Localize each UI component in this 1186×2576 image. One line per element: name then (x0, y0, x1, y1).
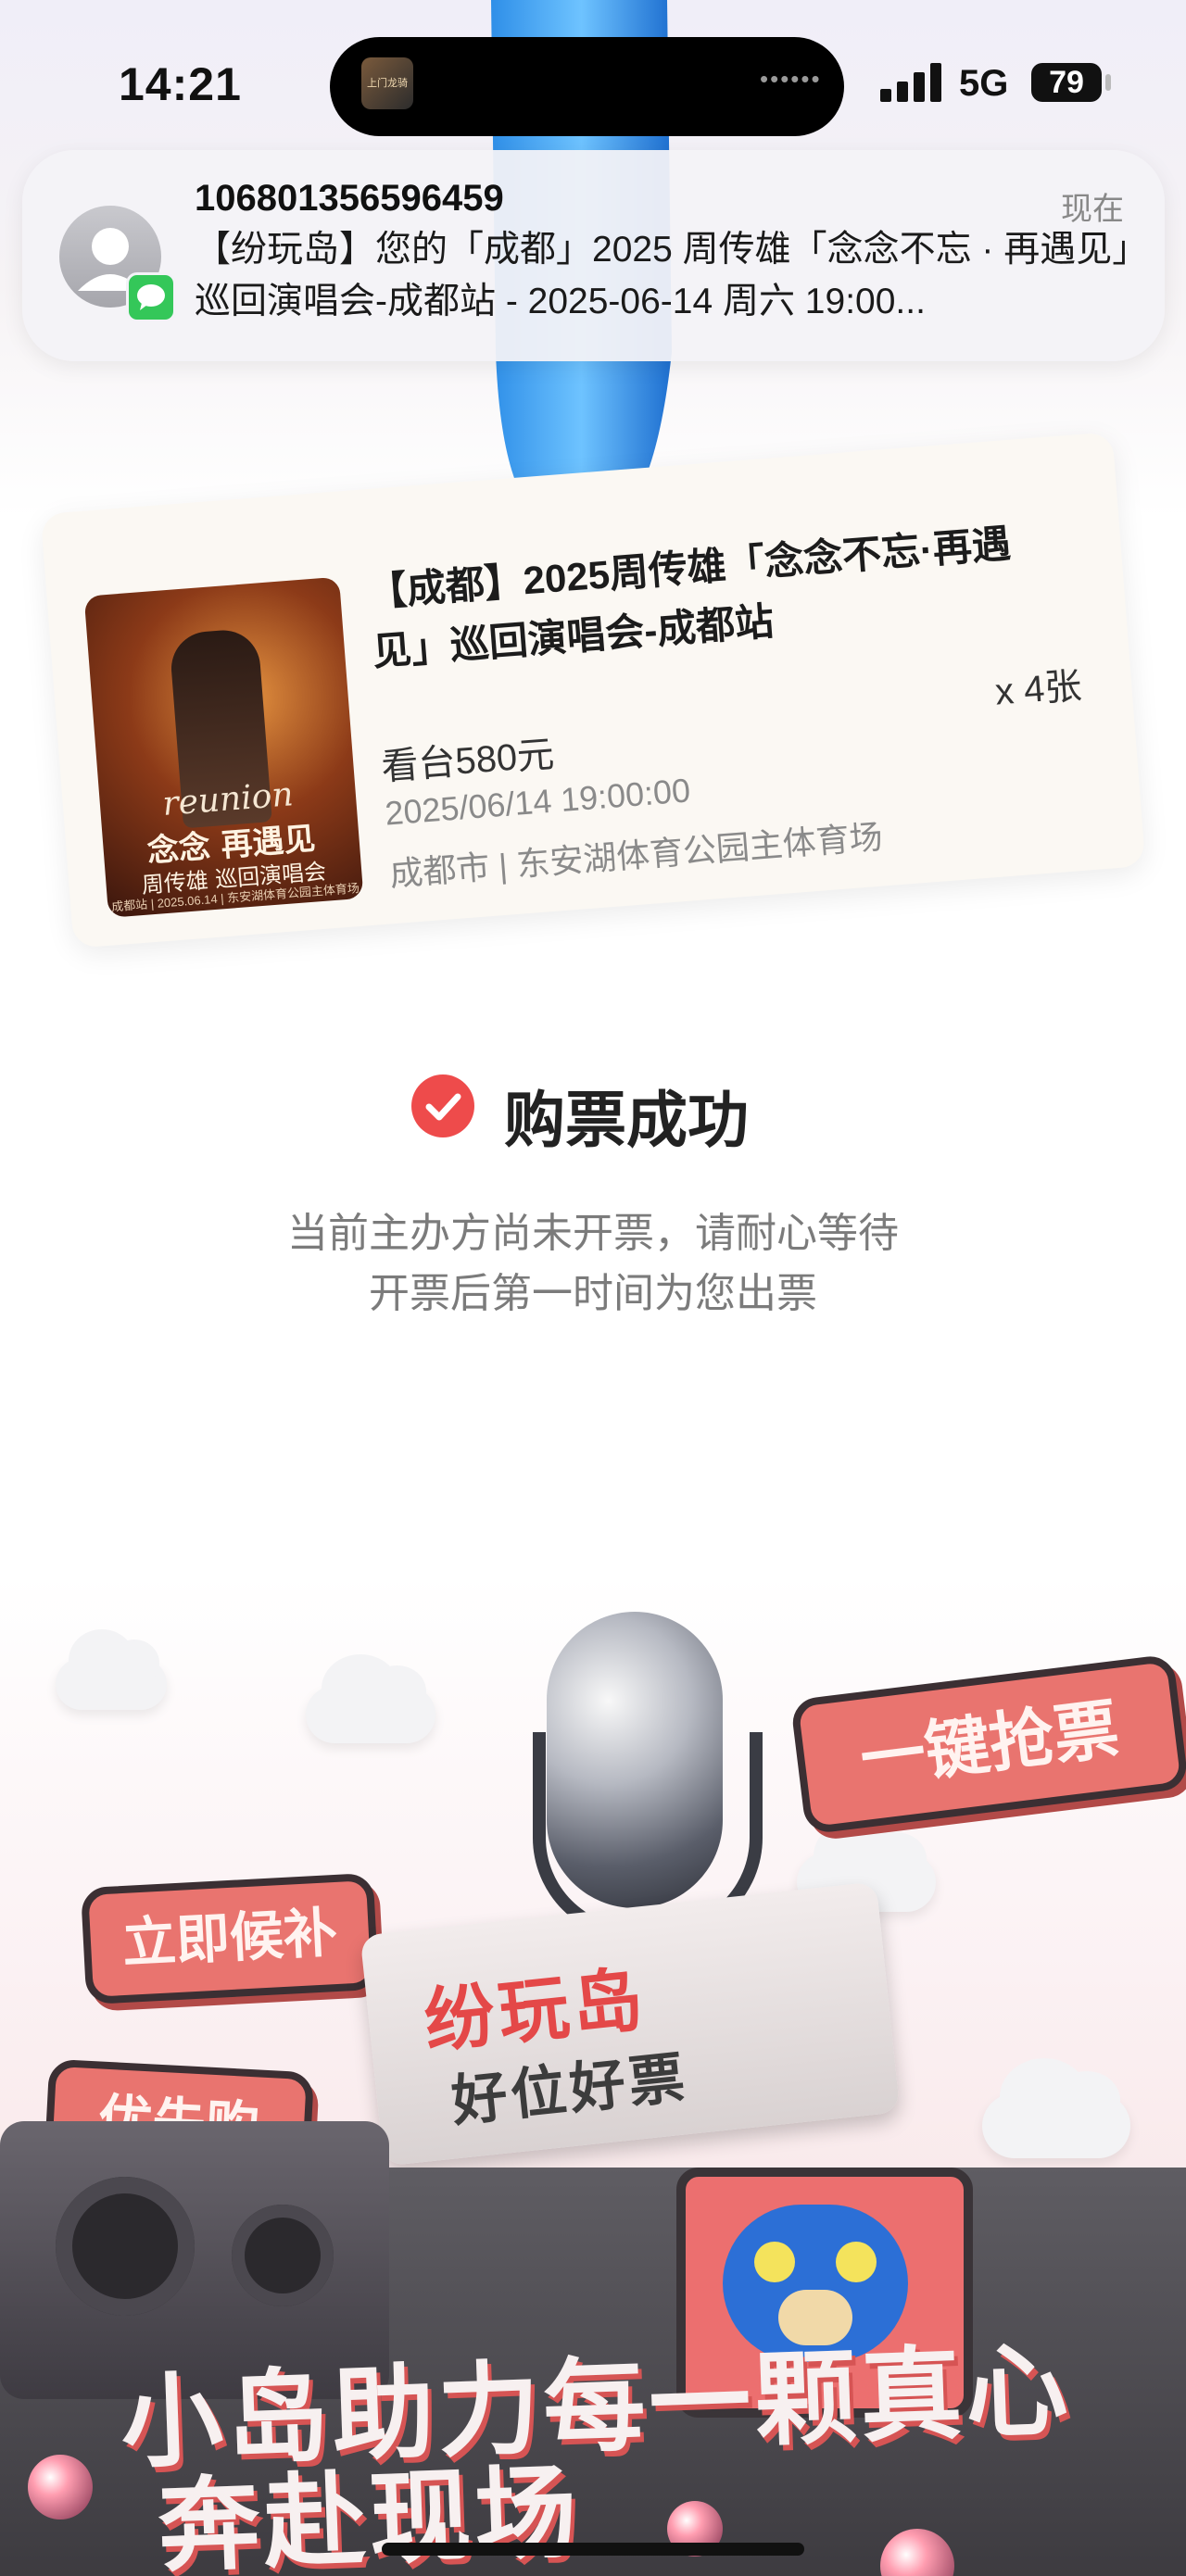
home-indicator[interactable] (382, 2543, 804, 2556)
promo-banner[interactable]: 一键抢票 立即候补 优先购 纷玩岛 好位好票 小岛助力每一颗真心 奔赴现场 (0, 1575, 1186, 2576)
sms-notification[interactable]: 106801356596459 现在 【纷玩岛】您的「成都」2025 周传雄「念… (22, 150, 1165, 361)
event-title: 【成都】2025周传雄「念念不忘·再遇见」巡回演唱会-成都站 (366, 521, 1013, 674)
messages-app-icon (126, 272, 176, 322)
microphone-icon (547, 1612, 723, 1908)
cloud-decoration (982, 2057, 1130, 2158)
notification-sender: 106801356596459 (195, 178, 504, 219)
status-time: 14:21 (119, 58, 242, 110)
cloud-decoration (56, 1629, 167, 1710)
success-check-icon (411, 1074, 474, 1137)
cloud-decoration (306, 1653, 435, 1743)
island-activity-dots: •••••• (760, 65, 822, 93)
network-type: 5G (959, 63, 1009, 104)
success-title: 购票成功 (504, 1086, 749, 1154)
grab-ticket-bubble[interactable]: 一键抢票 (789, 1653, 1186, 1835)
success-subtitle-line1: 当前主办方尚未开票，请耐心等待 (287, 1211, 899, 1256)
island-album-art: 上门龙骑 (361, 57, 413, 109)
ball-decoration (28, 2455, 93, 2519)
purchase-success-row: 购票成功 (0, 1065, 1186, 1154)
ticket-price: 看台580元 (380, 734, 556, 788)
ticket-card[interactable]: reunion 念念 再遇见 周传雄 巡回演唱会 成都站 | 2025.06.1… (40, 432, 1146, 949)
bear-eye (836, 2242, 877, 2282)
grab-ticket-label: 一键抢票 (856, 1692, 1123, 1796)
waitlist-label: 立即候补 (120, 1902, 339, 1975)
brand-marquee-sign: 纷玩岛 好位好票 (360, 1881, 901, 2167)
waitlist-bubble[interactable]: 立即候补 (80, 1872, 380, 2005)
notification-time: 现在 (1061, 192, 1124, 227)
cellular-signal-icon (880, 63, 941, 102)
bear-eye (754, 2242, 795, 2282)
status-bar: 14:21 上门龙骑 •••••• 5G 79 (0, 0, 1186, 139)
speaker-icon (56, 2177, 195, 2316)
notification-body: 【纷玩岛】您的「成都」2025 周传雄「念念不忘 · 再遇见」巡回演唱会-成都站… (195, 230, 1130, 321)
island-art-text: 上门龙骑 (367, 78, 408, 89)
concert-poster: reunion 念念 再遇见 周传雄 巡回演唱会 成都站 | 2025.06.1… (83, 576, 364, 918)
success-subtitle-line2: 开票后第一时间为您出票 (369, 1271, 817, 1316)
speaker-icon (232, 2205, 334, 2306)
battery-icon: 79 (1031, 63, 1102, 102)
battery-cap (1105, 74, 1111, 91)
ticket-quantity: x 4张 (993, 665, 1083, 713)
